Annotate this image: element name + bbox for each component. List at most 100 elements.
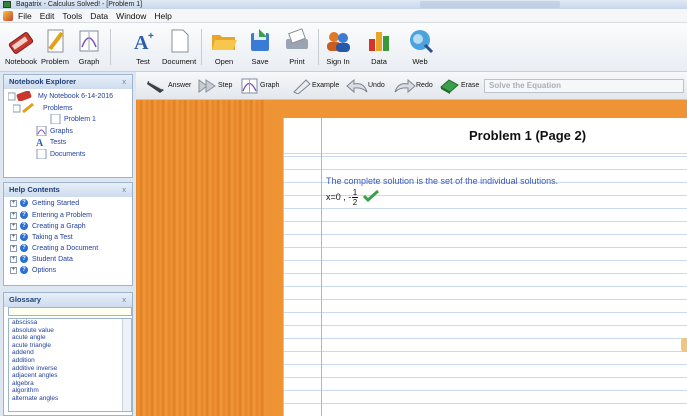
- toolbar-separator: [110, 29, 111, 65]
- help-icon: ?: [20, 266, 28, 275]
- undo-icon: [346, 78, 368, 94]
- help-item-label: Taking a Test: [32, 234, 73, 241]
- expand-icon[interactable]: +: [10, 222, 17, 230]
- help-item-creating-a-document[interactable]: +? Creating a Document: [10, 244, 98, 253]
- save-button[interactable]: Save: [243, 25, 277, 71]
- glossary-item[interactable]: algebra: [9, 380, 131, 388]
- notebook-page[interactable]: Problem 1 (Page 2) The complete solution…: [283, 118, 687, 416]
- svg-text:A: A: [36, 138, 44, 147]
- graph-button[interactable]: Graph: [72, 25, 106, 71]
- menu-file[interactable]: File: [18, 10, 32, 22]
- workspace-background-left: [136, 100, 266, 416]
- glossary-item[interactable]: additive inverse: [9, 365, 131, 373]
- notebook-explorer-panel: Notebook Explorer x My Notebook 6-14-201…: [3, 74, 133, 178]
- save-icon: [251, 29, 269, 51]
- menu-help[interactable]: Help: [154, 10, 171, 22]
- redo-label: Redo: [416, 82, 433, 89]
- page-scroll-handle[interactable]: [681, 338, 687, 352]
- tree-item-notebook[interactable]: My Notebook 6-14-2016: [7, 90, 113, 102]
- example-label: Example: [312, 82, 340, 89]
- redo-button[interactable]: Redo: [394, 78, 438, 94]
- problem-button[interactable]: Problem: [38, 25, 72, 71]
- graph-action-label: Graph: [260, 82, 280, 89]
- problem-1-label: Problem 1: [63, 115, 96, 123]
- tree-item-problem-1[interactable]: Problem 1: [50, 113, 96, 125]
- tree-item-tests[interactable]: A Tests: [36, 137, 67, 149]
- tree-item-documents[interactable]: Documents: [36, 148, 85, 160]
- menu-tools[interactable]: Tools: [62, 10, 82, 22]
- help-contents-title: Help Contents: [9, 185, 60, 194]
- glossary-item[interactable]: adjacent angles: [9, 372, 131, 380]
- erase-label: Erase: [461, 82, 480, 89]
- app-menu-icon[interactable]: [3, 11, 13, 21]
- redo-icon: [394, 78, 416, 94]
- close-icon[interactable]: x: [122, 293, 126, 307]
- notebook-icon: [8, 32, 34, 54]
- close-icon[interactable]: x: [122, 183, 126, 197]
- glossary-item[interactable]: acute angle: [9, 334, 131, 342]
- web-button[interactable]: Web: [403, 25, 437, 71]
- step-label: Step: [218, 82, 233, 89]
- help-item-student-data[interactable]: +? Student Data: [10, 255, 73, 264]
- problem-button-label: Problem: [41, 57, 69, 66]
- glossary-search-input[interactable]: [8, 307, 132, 316]
- erase-button[interactable]: Erase: [440, 78, 484, 94]
- graph-action-button[interactable]: Graph: [240, 78, 280, 94]
- glossary-item[interactable]: addend: [9, 349, 131, 357]
- document-button[interactable]: Document: [162, 25, 196, 71]
- data-button-label: Data: [371, 57, 387, 66]
- tree-item-problems[interactable]: Problems: [12, 102, 73, 114]
- help-item-options[interactable]: +? Options: [10, 266, 56, 275]
- answer-button[interactable]: Answer: [146, 78, 206, 94]
- help-item-taking-a-test[interactable]: +? Taking a Test: [10, 233, 73, 242]
- help-item-label: Creating a Graph: [32, 223, 86, 230]
- help-item-getting-started[interactable]: +? Getting Started: [10, 199, 79, 208]
- help-item-entering-a-problem[interactable]: +? Entering a Problem: [10, 211, 92, 220]
- help-contents-panel: Help Contents x +? Getting Started +? Ente…: [3, 182, 133, 286]
- glossary-scrollbar[interactable]: [122, 319, 131, 411]
- expand-icon[interactable]: +: [10, 233, 17, 241]
- menu-data[interactable]: Data: [90, 10, 108, 22]
- open-button-label: Open: [214, 57, 234, 66]
- print-button[interactable]: Print: [280, 25, 314, 71]
- page-title: Problem 1 (Page 2): [469, 128, 587, 143]
- glossary-list[interactable]: abscissa absolute value acute angle acut…: [8, 318, 132, 412]
- printer-icon: [286, 28, 308, 49]
- notebook-button[interactable]: Notebook: [4, 25, 38, 71]
- glossary-header: Glossary x: [4, 293, 132, 307]
- menu-window[interactable]: Window: [116, 10, 146, 22]
- left-pane: Notebook Explorer x My Notebook 6-14-201…: [0, 72, 136, 416]
- help-icon: ?: [20, 233, 28, 242]
- test-button[interactable]: A + Test: [126, 25, 160, 71]
- undo-button[interactable]: Undo: [346, 78, 392, 94]
- close-icon[interactable]: x: [122, 75, 126, 89]
- step-button[interactable]: Step: [198, 78, 238, 94]
- glossary-item[interactable]: addition: [9, 357, 131, 365]
- document-icon: [50, 113, 61, 125]
- help-item-creating-a-graph[interactable]: +? Creating a Graph: [10, 222, 86, 231]
- menu-edit[interactable]: Edit: [40, 10, 55, 22]
- expand-icon[interactable]: +: [10, 199, 17, 207]
- solve-equation-input[interactable]: Solve the Equation: [484, 79, 684, 93]
- glossary-item[interactable]: acute triangle: [9, 342, 131, 350]
- tree-item-graphs[interactable]: Graphs: [36, 125, 73, 137]
- expand-icon[interactable]: +: [10, 255, 17, 263]
- data-button[interactable]: Data: [362, 25, 396, 71]
- glossary-item[interactable]: absolute value: [9, 327, 131, 335]
- web-button-label: Web: [412, 57, 428, 66]
- expand-icon[interactable]: +: [10, 211, 17, 219]
- glossary-item[interactable]: alternate angles: [9, 395, 131, 403]
- example-button[interactable]: Example: [292, 78, 348, 94]
- title-bar-blurred-region: [420, 1, 560, 8]
- help-item-label: Options: [32, 267, 57, 274]
- glossary-item[interactable]: abscissa: [9, 319, 131, 327]
- glossary-item[interactable]: algorithm: [9, 387, 131, 395]
- tests-label: Tests: [49, 138, 67, 146]
- step-forward-icon: [198, 79, 216, 93]
- expand-icon[interactable]: +: [10, 244, 17, 252]
- help-contents-header: Help Contents x: [4, 183, 132, 197]
- open-button[interactable]: Open: [207, 25, 241, 71]
- help-item-label: Entering a Problem: [32, 212, 92, 219]
- sign-in-button[interactable]: Sign In: [321, 25, 355, 71]
- expand-icon[interactable]: +: [10, 266, 17, 274]
